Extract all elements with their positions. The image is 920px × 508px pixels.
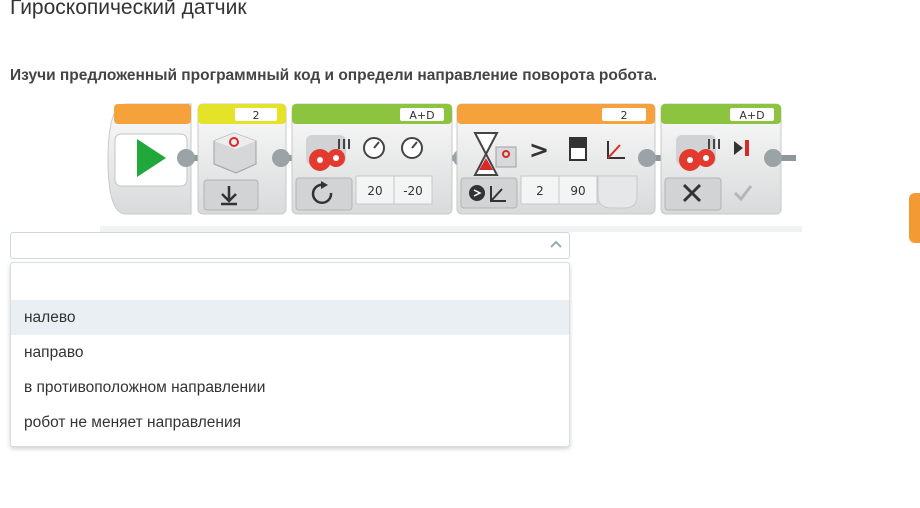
question-text: Изучи предложенный программный код и опр… <box>10 67 658 84</box>
chevron-up-icon[interactable] <box>549 237 563 251</box>
option-opposite[interactable]: в противоположном направлении <box>11 370 569 405</box>
right-speed-value: -20 <box>403 184 423 198</box>
option-empty[interactable] <box>11 265 569 300</box>
option-no-change[interactable]: робот не меняет направления <box>11 405 569 440</box>
brick-button-block: 2 <box>197 103 290 215</box>
page-title: Гироскопический датчик <box>10 0 247 19</box>
option-left[interactable]: налево <box>11 300 569 335</box>
gyro-threshold-value: 90 <box>570 184 585 198</box>
start-block <box>107 103 195 215</box>
stop-motors-block: A+D <box>660 103 782 215</box>
option-right[interactable]: направо <box>11 335 569 370</box>
speed-dial-icon <box>363 137 385 159</box>
left-speed-value: 20 <box>367 184 382 198</box>
compare-type-icon <box>569 137 587 161</box>
stop-ports-label: A+D <box>739 109 764 122</box>
gyro-type-value: 2 <box>536 184 544 198</box>
motor-ports-label: A+D <box>409 109 434 122</box>
speed-dial-icon-2 <box>401 137 423 159</box>
compare-op: > <box>529 136 549 164</box>
move-tank-block: A+D 20 -20 <box>291 103 471 215</box>
answer-select[interactable] <box>10 232 570 259</box>
side-tab[interactable] <box>909 193 920 243</box>
gyro-wait-block: 2 > 2 90 <box>456 103 656 215</box>
program-code-image: 2 A+D 20 -20 2 > 2 90 A+D <box>107 103 796 215</box>
answer-dropdown-list: налево направо в противоположном направл… <box>10 262 570 447</box>
gyro-port-label: 2 <box>621 109 628 122</box>
wait-port-label: 2 <box>253 109 260 122</box>
